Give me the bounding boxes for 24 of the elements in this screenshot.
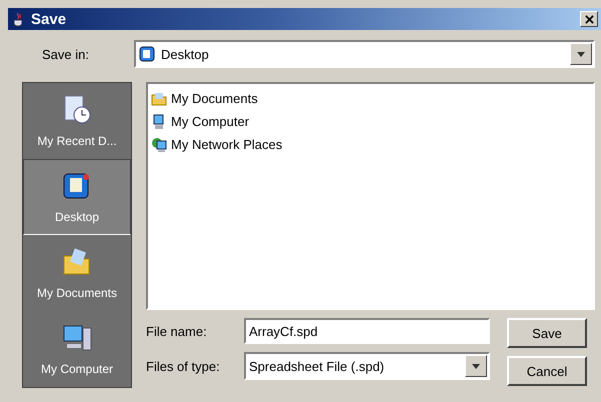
file-name-field[interactable]: ArrayCf.spd	[244, 318, 490, 344]
places-item[interactable]: Desktop	[23, 159, 131, 235]
caret-icon	[577, 52, 585, 56]
save-in-label: Save in:	[41, 46, 90, 62]
network-computer-icon	[151, 136, 167, 152]
file-type-label: Files of type:	[146, 358, 221, 374]
places-item[interactable]: My Recent D...	[23, 83, 131, 159]
close-icon	[584, 14, 594, 24]
file-list-item[interactable]: My Documents	[151, 87, 590, 110]
caret-icon	[472, 364, 480, 368]
save-in-value: Desktop	[161, 46, 210, 62]
file-list-item[interactable]: My Network Places	[151, 133, 590, 156]
close-button[interactable]	[580, 11, 598, 27]
file-type-dropdown[interactable]: Spreadsheet File (.spd)	[244, 352, 490, 380]
dialog-button[interactable]: Save	[507, 318, 587, 348]
dialog-button[interactable]: Cancel	[507, 356, 587, 386]
folder-icon	[151, 90, 167, 106]
places-item[interactable]: My Computer	[23, 311, 131, 387]
window-title: Save	[31, 10, 68, 28]
save-in-dropdown[interactable]: Desktop	[134, 40, 595, 68]
desktop-icon	[139, 46, 155, 62]
file-name-label: File name:	[146, 324, 208, 338]
file-list-item[interactable]: My Computer	[151, 110, 590, 133]
places-item[interactable]: My Documents	[23, 235, 131, 311]
